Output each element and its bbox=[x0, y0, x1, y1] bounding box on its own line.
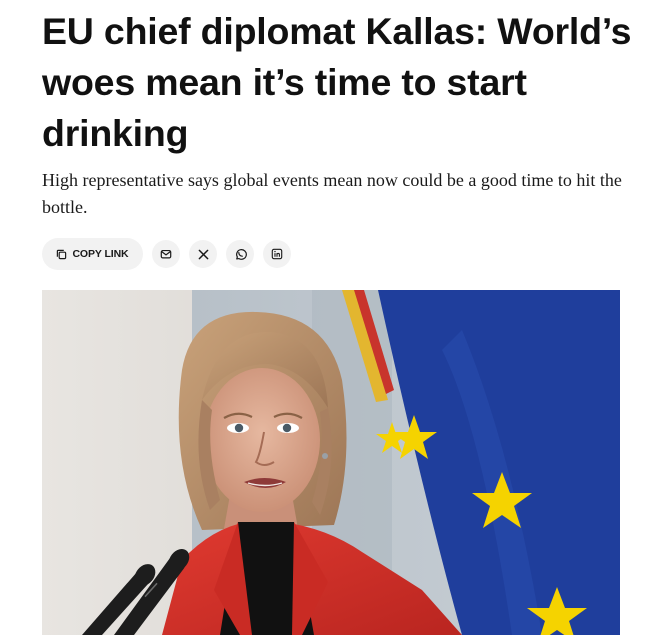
share-whatsapp-button[interactable] bbox=[226, 240, 254, 268]
article-dek: High representative says global events m… bbox=[42, 170, 622, 217]
mail-icon bbox=[160, 248, 172, 260]
x-icon bbox=[198, 249, 209, 260]
share-bar: COPY LINK bbox=[42, 238, 291, 270]
share-email-button[interactable] bbox=[152, 240, 180, 268]
copy-icon bbox=[56, 249, 67, 260]
article-photo bbox=[42, 290, 620, 635]
article-headline: EU chief diplomat Kallas: World’s woes m… bbox=[42, 10, 632, 154]
share-x-button[interactable] bbox=[189, 240, 217, 268]
photo-illustration bbox=[42, 290, 620, 635]
linkedin-icon bbox=[271, 248, 283, 260]
share-linkedin-button[interactable] bbox=[263, 240, 291, 268]
whatsapp-icon bbox=[234, 248, 247, 261]
copy-link-label: COPY LINK bbox=[72, 248, 129, 260]
copy-link-button[interactable]: COPY LINK bbox=[42, 238, 143, 270]
